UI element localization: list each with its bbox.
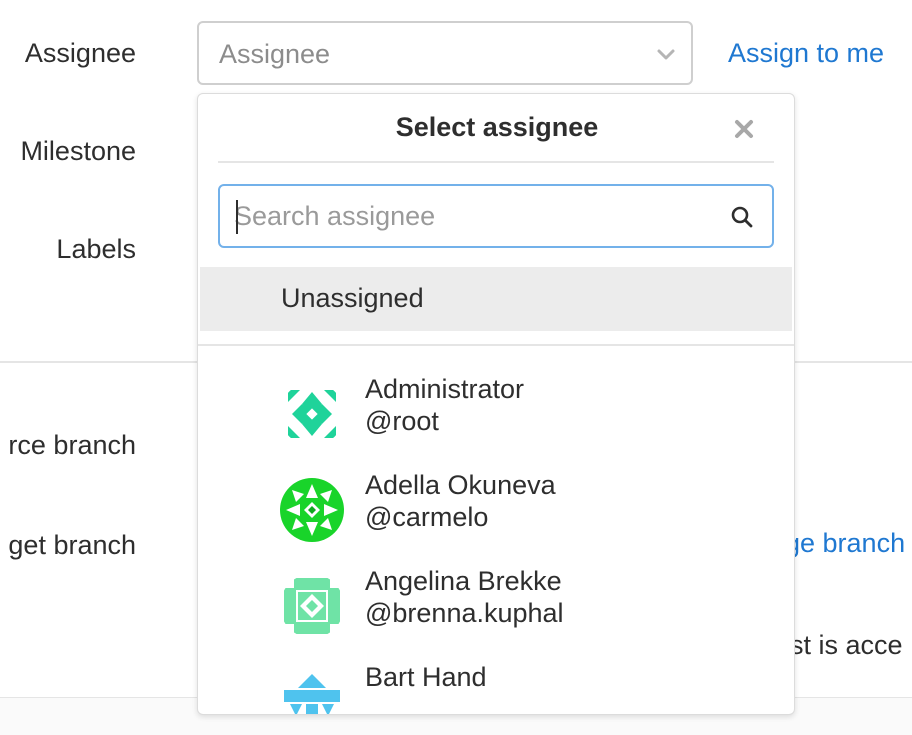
search-box[interactable] <box>218 184 774 248</box>
user-name: Administrator <box>365 374 525 404</box>
user-item-administrator[interactable]: Administrator @root <box>198 374 794 470</box>
assignee-label: Assignee <box>24 38 136 68</box>
user-item-adella-okuneva[interactable]: Adella Okuneva @carmelo <box>198 470 794 566</box>
milestone-label: Milestone <box>20 136 136 166</box>
merge-info-text: st is acce <box>790 630 903 660</box>
assignee-dropdown-toggle[interactable]: Assignee <box>197 21 693 85</box>
user-item-angelina-brekke[interactable]: Angelina Brekke @brenna.kuphal <box>198 566 794 662</box>
dropdown-divider-2 <box>198 344 794 346</box>
source-branch-label: rce branch <box>8 430 136 460</box>
target-branch-label: get branch <box>8 530 136 560</box>
user-item-bart-hand[interactable]: Bart Hand <box>198 662 794 714</box>
avatar <box>280 478 344 542</box>
user-name: Angelina Brekke <box>365 566 562 596</box>
user-name: Adella Okuneva <box>365 470 556 500</box>
user-handle: @root <box>365 406 439 436</box>
assignee-dropdown-menu: Select assignee Unassigned <box>197 93 795 715</box>
avatar <box>280 382 344 446</box>
assignee-toggle-text: Assignee <box>219 39 331 69</box>
avatar <box>280 574 344 638</box>
user-name: Bart Hand <box>365 662 487 692</box>
search-input[interactable] <box>234 196 714 236</box>
dropdown-title: Select assignee <box>395 112 599 142</box>
close-icon[interactable] <box>733 118 755 140</box>
labels-label: Labels <box>56 234 136 264</box>
change-branch-link[interactable]: ge branch <box>785 528 905 559</box>
unassigned-label: Unassigned <box>281 283 424 313</box>
search-icon <box>731 206 753 228</box>
unassigned-option[interactable]: Unassigned <box>200 267 792 331</box>
dropdown-divider <box>218 161 774 163</box>
assign-to-me-link[interactable]: Assign to me <box>728 38 884 69</box>
text-caret <box>236 200 238 234</box>
chevron-down-icon <box>657 49 675 60</box>
avatar <box>280 670 344 714</box>
user-handle: @carmelo <box>365 502 489 532</box>
user-handle: @brenna.kuphal <box>365 598 564 628</box>
